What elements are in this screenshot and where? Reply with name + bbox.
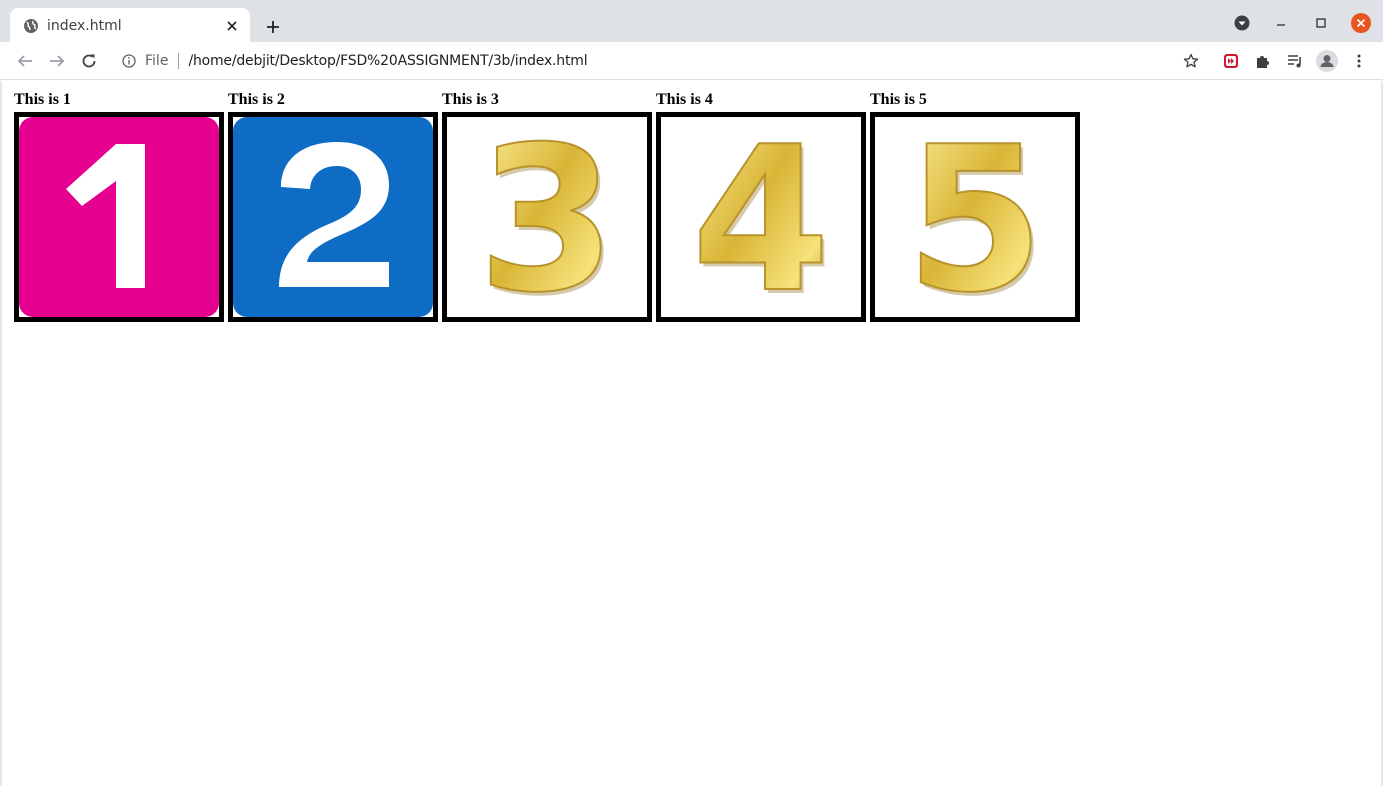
item-label: This is 1 — [14, 91, 71, 108]
number-item-2: This is 2 — [228, 90, 438, 322]
minimize-icon[interactable] — [1270, 12, 1292, 34]
svg-text:4: 4 — [691, 117, 830, 317]
browser-titlebar: index.html — [0, 0, 1383, 43]
url-text[interactable]: /home/debjit/Desktop/FSD%20ASSIGNMENT/3b… — [188, 53, 587, 69]
number-item-3: This is 3 3 3 — [442, 90, 652, 322]
tab-index-html[interactable]: index.html — [10, 8, 250, 43]
page-content: This is 1 This is 2 This is 3 3 3 This i… — [0, 81, 1383, 786]
svg-text:3: 3 — [477, 117, 616, 317]
media-control-icon[interactable] — [1283, 49, 1307, 73]
scheme-label: File — [145, 53, 169, 69]
maximize-icon[interactable] — [1310, 12, 1332, 34]
image-frame: 3 3 — [442, 112, 652, 322]
number-item-5: This is 5 5 5 — [870, 90, 1080, 322]
gold-number-three-image: 3 3 — [476, 117, 619, 317]
svg-text:5: 5 — [905, 117, 1044, 317]
media-extension-icon[interactable] — [1219, 49, 1243, 73]
profile-icon[interactable] — [1315, 49, 1339, 73]
forward-arrow-icon[interactable] — [45, 49, 69, 73]
reload-icon[interactable] — [77, 49, 101, 73]
window-close-icon[interactable] — [1350, 12, 1372, 34]
globe-icon — [23, 18, 39, 34]
item-label: This is 4 — [656, 91, 713, 108]
plus-icon[interactable] — [262, 16, 284, 38]
close-icon[interactable] — [224, 18, 240, 34]
back-arrow-icon[interactable] — [13, 49, 37, 73]
image-frame: 4 4 — [656, 112, 866, 322]
number-one-image — [19, 117, 219, 317]
number-item-4: This is 4 4 4 — [656, 90, 866, 322]
image-frame — [228, 112, 438, 322]
tab-search-icon[interactable] — [1231, 12, 1253, 34]
image-frame — [14, 112, 224, 322]
puzzle-icon[interactable] — [1251, 49, 1275, 73]
omnibox-divider — [178, 53, 180, 69]
number-item-1: This is 1 — [14, 90, 224, 322]
item-label: This is 5 — [870, 91, 927, 108]
item-label: This is 3 — [442, 91, 499, 108]
image-frame: 5 5 — [870, 112, 1080, 322]
gold-number-four-image: 4 4 — [690, 117, 833, 317]
number-two-image — [233, 117, 433, 317]
browser-toolbar: File /home/debjit/Desktop/FSD%20ASSIGNME… — [0, 42, 1383, 80]
kebab-menu-icon[interactable] — [1347, 49, 1371, 73]
gold-number-five-image: 5 5 — [904, 117, 1047, 317]
address-bar[interactable]: File /home/debjit/Desktop/FSD%20ASSIGNME… — [112, 46, 1210, 76]
tab-title: index.html — [47, 17, 122, 34]
star-icon[interactable] — [1179, 49, 1203, 73]
info-icon[interactable] — [121, 53, 137, 69]
item-label: This is 2 — [228, 91, 285, 108]
